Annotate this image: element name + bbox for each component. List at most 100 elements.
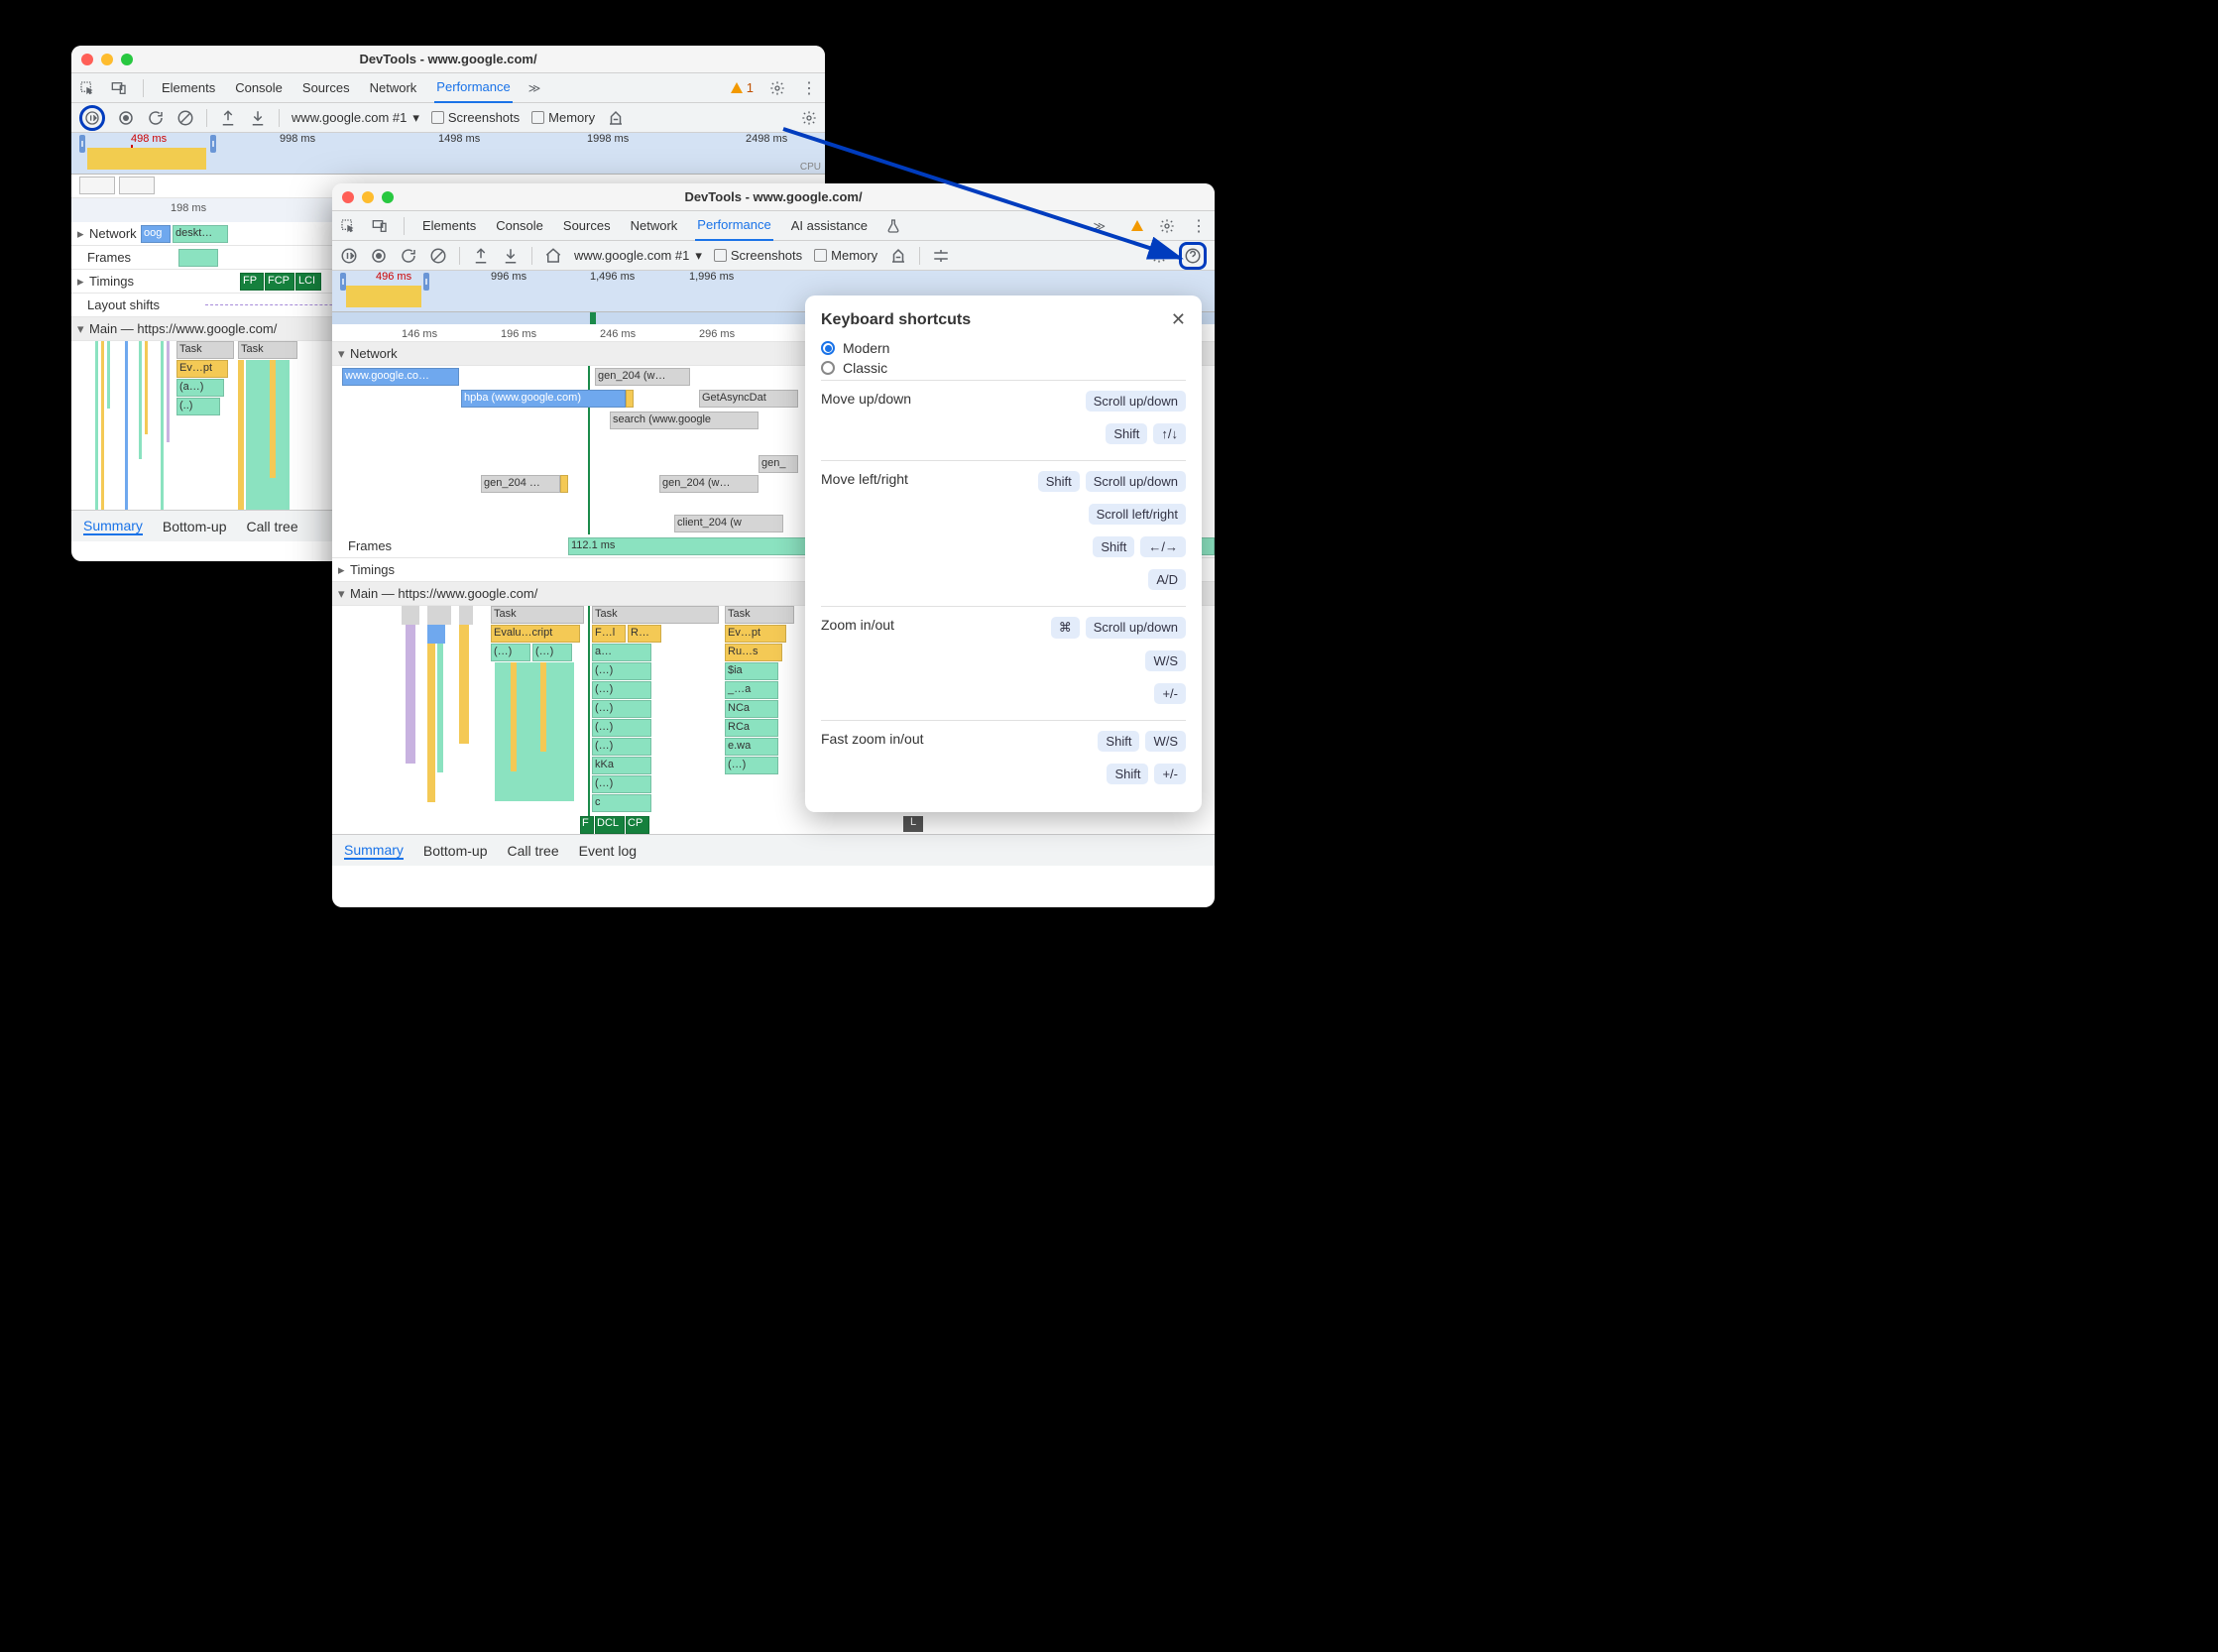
expand-icon[interactable]: ▸ xyxy=(77,226,87,242)
flame-bar[interactable]: $ia xyxy=(725,662,778,680)
flame-bar[interactable]: c xyxy=(592,794,651,812)
expand-icon[interactable]: ▸ xyxy=(77,274,87,290)
flame-bar[interactable]: (…) xyxy=(725,757,778,774)
home-icon[interactable] xyxy=(544,247,562,265)
flame-bar[interactable]: F…l xyxy=(592,625,626,643)
flame-bar[interactable]: _…a xyxy=(725,681,778,699)
warning-icon[interactable] xyxy=(1131,220,1143,231)
minimize-dot[interactable] xyxy=(362,191,374,203)
flask-icon[interactable] xyxy=(885,218,901,234)
net-request[interactable]: gen_204 (w… xyxy=(595,368,690,386)
footer-tab-summary[interactable]: Summary xyxy=(83,518,143,535)
tab-elements[interactable]: Elements xyxy=(160,80,217,95)
upload-icon[interactable] xyxy=(219,109,237,127)
reload-icon[interactable] xyxy=(400,247,417,265)
task-bar[interactable]: Task xyxy=(176,341,234,359)
net-request[interactable]: search (www.google xyxy=(610,412,759,429)
record-reload-icon[interactable] xyxy=(84,110,100,126)
sidebar-toggle-icon[interactable] xyxy=(932,247,950,265)
flame-bar[interactable]: NCa xyxy=(725,700,778,718)
flame-bar[interactable]: (..) xyxy=(176,398,220,415)
task-bar[interactable]: Task xyxy=(491,606,584,624)
footer-tab-calltree[interactable]: Call tree xyxy=(508,843,559,859)
net-request[interactable]: hpba (www.google.com) xyxy=(461,390,626,408)
reload-icon[interactable] xyxy=(147,109,165,127)
flame-bar[interactable]: (…) xyxy=(592,719,651,737)
upload-icon[interactable] xyxy=(472,247,490,265)
footer-tab-summary[interactable]: Summary xyxy=(344,842,404,860)
zoom-dot[interactable] xyxy=(121,54,133,65)
footer-tab-calltree[interactable]: Call tree xyxy=(247,519,298,534)
net-request[interactable]: gen_204 (w… xyxy=(659,475,759,493)
memory-checkbox[interactable]: Memory xyxy=(814,248,877,263)
clear-icon[interactable] xyxy=(176,109,194,127)
flame-bar[interactable]: R… xyxy=(628,625,661,643)
net-item[interactable]: deskt… xyxy=(173,225,228,243)
net-item[interactable]: oog xyxy=(141,225,171,243)
warning-badge[interactable]: 1 xyxy=(731,80,754,95)
clear-icon[interactable] xyxy=(429,247,447,265)
frame-bar[interactable] xyxy=(178,249,218,267)
record-icon[interactable] xyxy=(117,109,135,127)
footer-tab-eventlog[interactable]: Event log xyxy=(579,843,637,859)
close-dot[interactable] xyxy=(342,191,354,203)
gear-icon[interactable] xyxy=(769,80,785,96)
flame-bar[interactable]: (…) xyxy=(592,775,651,793)
timing-marker[interactable]: F xyxy=(580,816,594,834)
flame-bar[interactable]: (…) xyxy=(592,681,651,699)
record-icon[interactable] xyxy=(370,247,388,265)
net-request[interactable]: GetAsyncDat xyxy=(699,390,798,408)
net-request[interactable]: gen_204 … xyxy=(481,475,560,493)
overview-handle-right[interactable] xyxy=(423,273,429,291)
record-reload-icon[interactable] xyxy=(340,247,358,265)
tab-sources[interactable]: Sources xyxy=(561,218,613,233)
timing-marker[interactable]: CP xyxy=(626,816,649,834)
flame-bar[interactable]: (…) xyxy=(592,662,651,680)
gear-icon[interactable] xyxy=(1159,218,1175,234)
tab-console[interactable]: Console xyxy=(494,218,545,233)
minimize-dot[interactable] xyxy=(101,54,113,65)
kebab-icon[interactable]: ⋮ xyxy=(801,78,817,98)
collapse-icon[interactable]: ▾ xyxy=(77,321,87,337)
flame-bar[interactable]: RCa xyxy=(725,719,778,737)
timing-lcp[interactable]: LCI xyxy=(295,273,321,291)
more-tabs-icon[interactable]: ≫ xyxy=(1093,219,1106,233)
download-icon[interactable] xyxy=(249,109,267,127)
flame-bar[interactable]: (…) xyxy=(491,644,530,661)
tab-elements[interactable]: Elements xyxy=(420,218,478,233)
screenshots-checkbox[interactable]: Screenshots xyxy=(714,248,802,263)
flame-bar[interactable]: Ev…pt xyxy=(176,360,228,378)
net-request[interactable]: client_204 (w xyxy=(674,515,783,532)
radio-modern[interactable]: Modern xyxy=(821,340,1186,356)
flame-bar[interactable]: (…) xyxy=(592,700,651,718)
timing-fcp[interactable]: FCP xyxy=(265,273,294,291)
footer-tab-bottomup[interactable]: Bottom-up xyxy=(163,519,227,534)
flame-bar[interactable]: (…) xyxy=(532,644,572,661)
overview-handle-left[interactable] xyxy=(79,135,85,153)
flame-eval[interactable]: Evalu…cript xyxy=(491,625,580,643)
screenshots-checkbox[interactable]: Screenshots xyxy=(431,110,520,125)
timing-fp[interactable]: FP xyxy=(240,273,264,291)
inspect-icon[interactable] xyxy=(340,218,356,234)
net-request[interactable]: gen_ xyxy=(759,455,798,473)
task-bar[interactable]: Task xyxy=(238,341,297,359)
tab-network[interactable]: Network xyxy=(368,80,419,95)
gear-icon[interactable] xyxy=(801,110,817,126)
flame-bar[interactable]: (…) xyxy=(592,738,651,756)
device-icon[interactable] xyxy=(372,218,388,234)
timing-l-marker[interactable]: L xyxy=(903,816,923,832)
task-bar[interactable]: Task xyxy=(592,606,719,624)
help-icon[interactable] xyxy=(1184,247,1202,265)
tab-ai-assistance[interactable]: AI assistance xyxy=(789,218,870,233)
recording-selector[interactable]: www.google.com #1▾ xyxy=(574,248,702,264)
close-dot[interactable] xyxy=(81,54,93,65)
memory-checkbox[interactable]: Memory xyxy=(531,110,595,125)
more-tabs-icon[interactable]: ≫ xyxy=(528,81,541,95)
radio-classic[interactable]: Classic xyxy=(821,360,1186,376)
timing-marker[interactable]: DCL xyxy=(595,816,625,834)
flame-bar[interactable]: (a…) xyxy=(176,379,224,397)
flame-bar[interactable]: Ev…pt xyxy=(725,625,786,643)
flame-bar[interactable]: kKa xyxy=(592,757,651,774)
overview-strip[interactable]: 498 ms 998 ms 1498 ms 1998 ms 2498 ms CP… xyxy=(71,133,825,175)
tab-performance[interactable]: Performance xyxy=(695,211,772,241)
